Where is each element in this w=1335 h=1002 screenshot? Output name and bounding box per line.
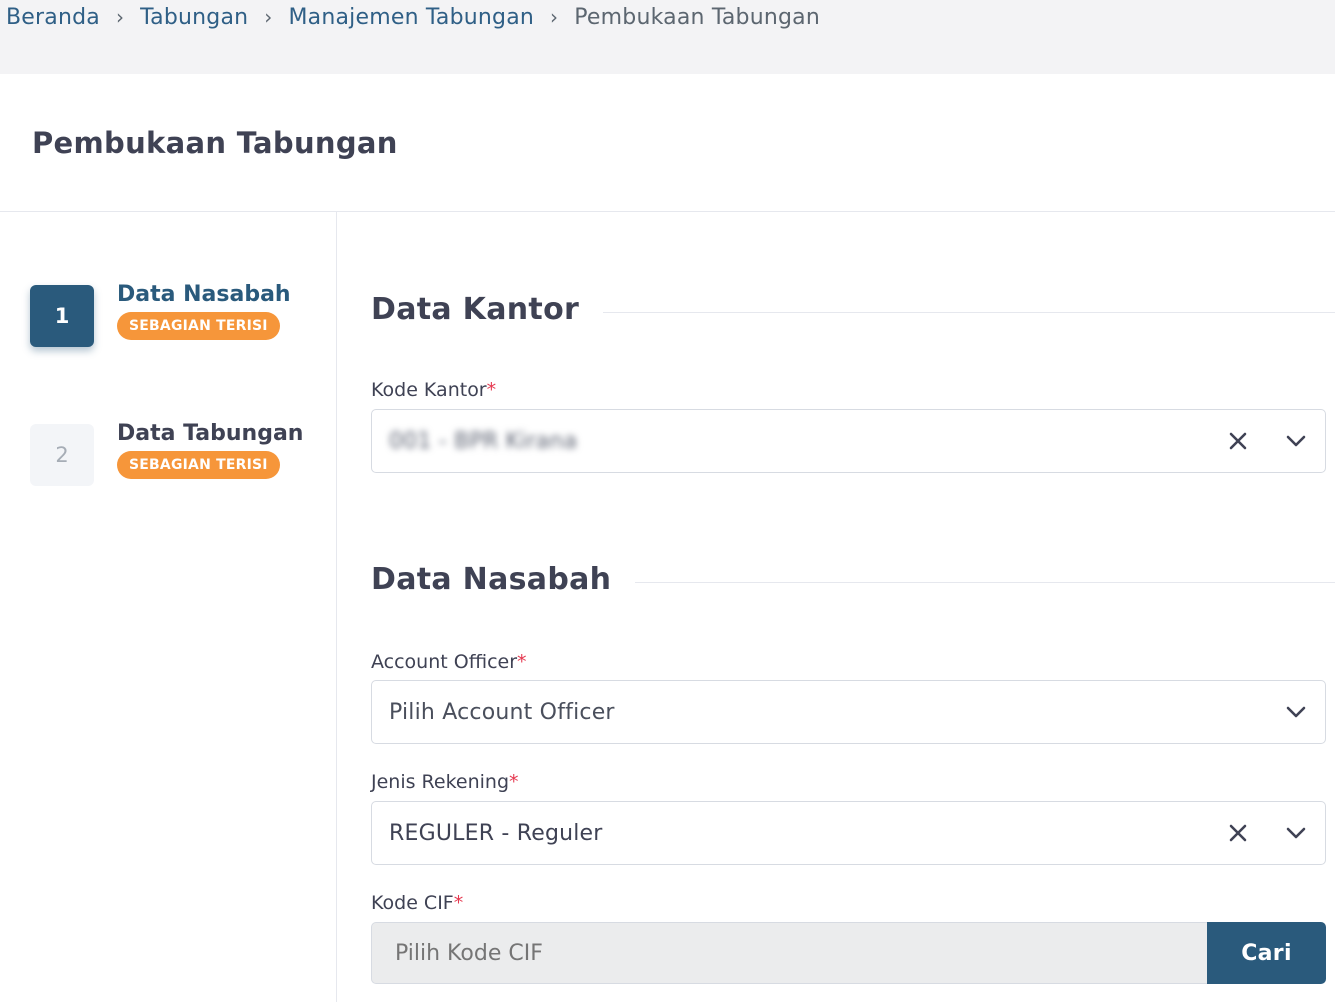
jenis-rekening-label: Jenis Rekening* [371, 771, 519, 793]
chevron-right-icon: › [550, 5, 559, 29]
account-officer-placeholder: Pilih Account Officer [389, 699, 615, 725]
kode-kantor-label-text: Kode Kantor [371, 379, 487, 401]
step-title: Data Tabungan [117, 421, 304, 446]
chevron-down-icon[interactable] [1267, 802, 1325, 864]
main-card: Pembukaan Tabungan 1 Data Nasabah SEBAGI… [0, 74, 1335, 1002]
section-divider [603, 312, 1335, 313]
step-number: 2 [30, 424, 94, 486]
chevron-right-icon: › [264, 5, 273, 29]
required-mark: * [453, 892, 464, 914]
cari-button[interactable]: Cari [1207, 922, 1326, 984]
account-officer-select[interactable]: Pilih Account Officer [371, 680, 1326, 744]
step-number: 1 [30, 285, 94, 347]
chevron-down-icon[interactable] [1267, 681, 1325, 743]
jenis-rekening-select[interactable]: REGULER - Reguler [371, 801, 1326, 865]
card-header: Pembukaan Tabungan [0, 74, 1335, 212]
jenis-rekening-label-text: Jenis Rekening [371, 771, 510, 793]
section-divider [635, 582, 1335, 583]
required-mark: * [486, 379, 497, 401]
section-title: Data Nasabah [371, 562, 612, 597]
section-title: Data Kantor [371, 292, 580, 327]
breadcrumb-link-beranda[interactable]: Beranda [6, 5, 100, 30]
required-mark: * [509, 771, 519, 793]
section-data-nasabah: Data Nasabah [371, 562, 1335, 597]
breadcrumb-link-tabungan[interactable]: Tabungan [140, 5, 248, 30]
kode-kantor-value: 001 - BPR Kirana [389, 428, 578, 454]
step-title: Data Nasabah [117, 282, 291, 307]
breadcrumb-current: Pembukaan Tabungan [574, 4, 820, 30]
breadcrumb-link-manajemen-tabungan[interactable]: Manajemen Tabungan [288, 5, 534, 30]
jenis-rekening-value: REGULER - Reguler [389, 820, 603, 846]
kode-cif-label-text: Kode CIF [371, 892, 454, 914]
chevron-right-icon: › [115, 5, 125, 29]
kode-cif-label: Kode CIF* [371, 892, 463, 914]
kode-kantor-select[interactable]: 001 - BPR Kirana [371, 409, 1326, 473]
required-mark: * [517, 651, 527, 673]
status-badge: SEBAGIAN TERISI [117, 312, 280, 340]
section-data-kantor: Data Kantor [371, 292, 1335, 327]
breadcrumb: Beranda › Tabungan › Manajemen Tabungan … [6, 0, 820, 34]
step-data-nasabah[interactable]: 1 Data Nasabah SEBAGIAN TERISI [30, 282, 291, 347]
chevron-down-icon[interactable] [1267, 410, 1325, 472]
account-officer-label: Account Officer* [371, 651, 527, 673]
page-title: Pembukaan Tabungan [32, 125, 398, 160]
close-icon[interactable] [1209, 802, 1267, 864]
status-badge: SEBAGIAN TERISI [117, 451, 280, 479]
close-icon[interactable] [1209, 410, 1267, 472]
kode-cif-input[interactable] [371, 922, 1207, 984]
step-data-tabungan[interactable]: 2 Data Tabungan SEBAGIAN TERISI [30, 421, 304, 486]
kode-cif-group: Cari [371, 922, 1326, 984]
kode-kantor-label: Kode Kantor* [371, 379, 496, 401]
stepper: 1 Data Nasabah SEBAGIAN TERISI 2 Data Ta… [0, 212, 337, 1002]
account-officer-label-text: Account Officer [371, 651, 518, 673]
